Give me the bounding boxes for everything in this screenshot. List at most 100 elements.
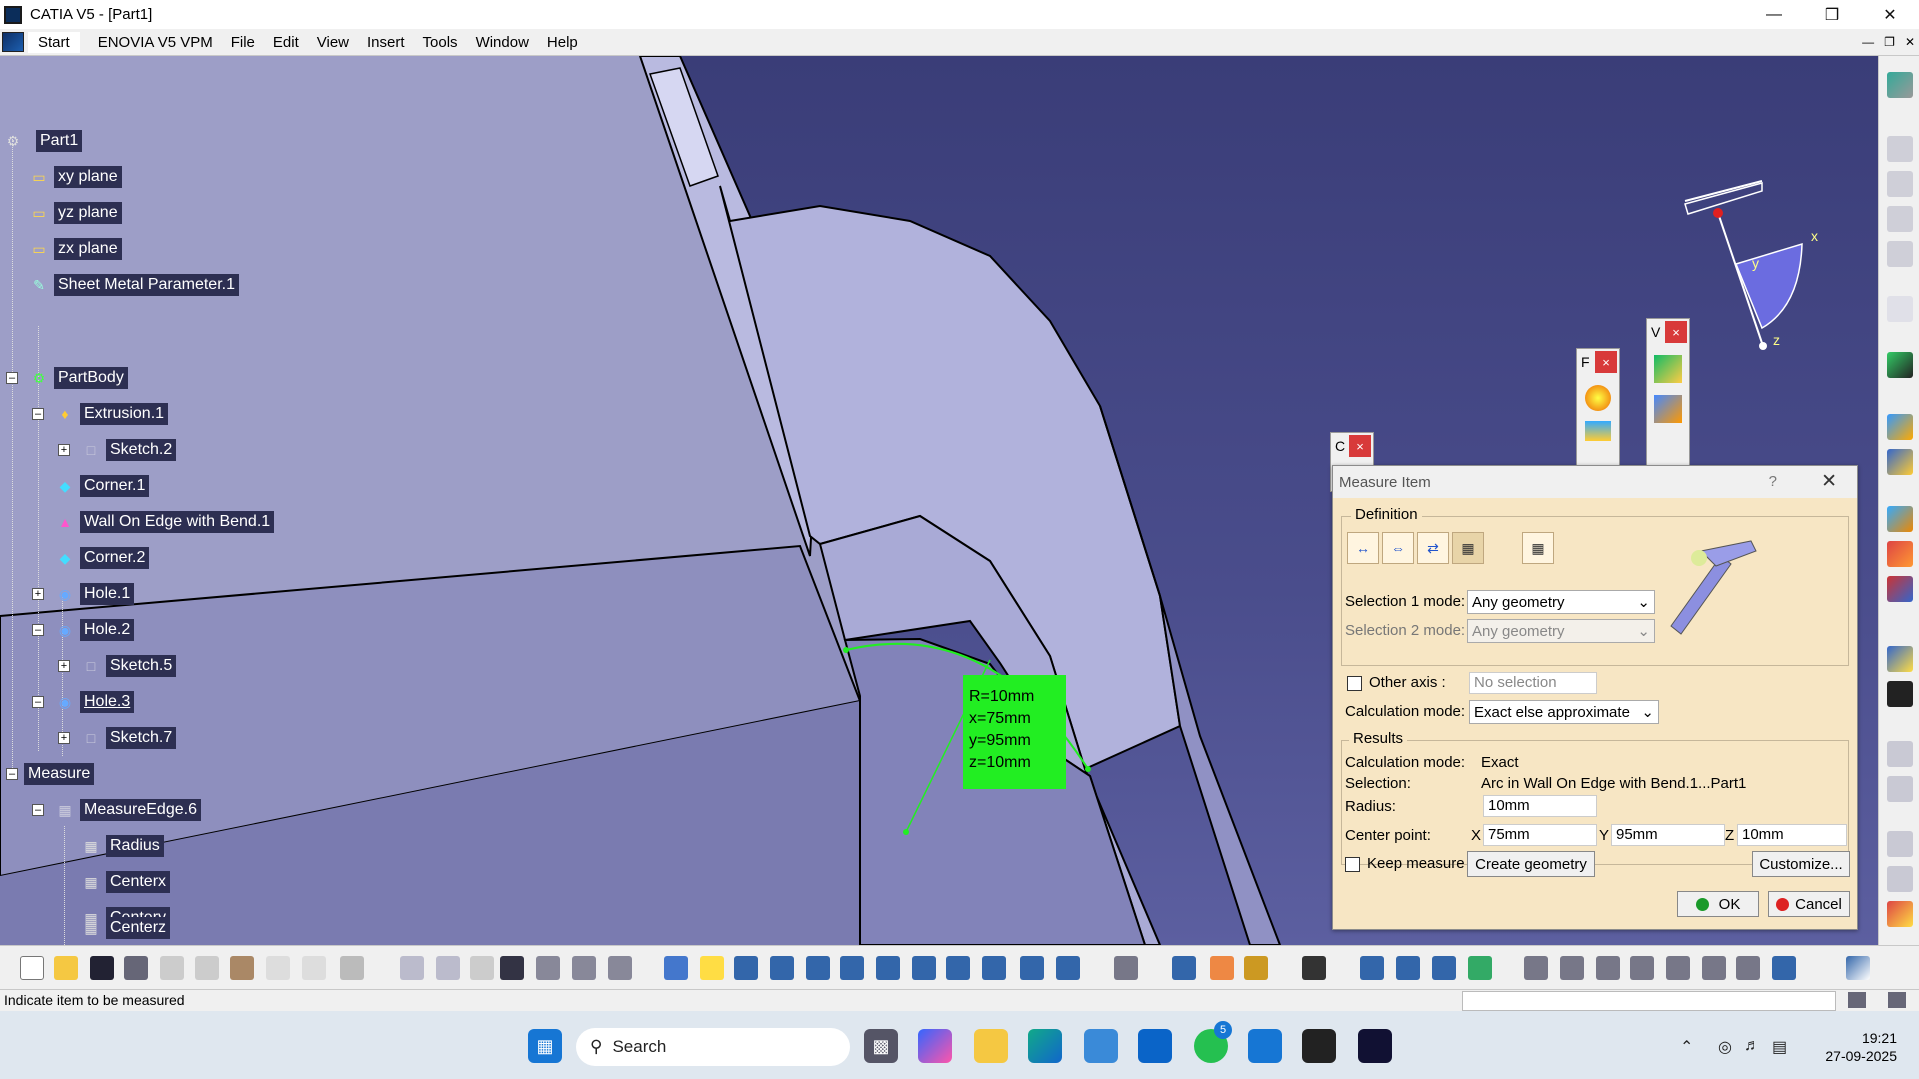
save-icon[interactable] bbox=[1887, 681, 1913, 707]
floating-toolbar-v-close[interactable]: × bbox=[1665, 321, 1687, 343]
store-icon[interactable] bbox=[1084, 1029, 1118, 1063]
catalog-icon[interactable] bbox=[572, 956, 596, 980]
menu-file[interactable]: File bbox=[231, 34, 255, 51]
taskbar-search[interactable]: ⚲ Search bbox=[576, 1028, 850, 1066]
measure-between-icon[interactable]: ↔ bbox=[1347, 532, 1379, 564]
swap-visible-icon[interactable] bbox=[1056, 956, 1080, 980]
menu-enovia[interactable]: ENOVIA V5 VPM bbox=[98, 34, 213, 51]
sketch-tools-icon[interactable] bbox=[1666, 956, 1690, 980]
multi-view-icon[interactable] bbox=[912, 956, 936, 980]
measure-between-fan-icon[interactable]: ⇄ bbox=[1417, 532, 1449, 564]
menu-start[interactable]: Start bbox=[28, 31, 80, 53]
battery-icon[interactable]: ▤ bbox=[1772, 1037, 1787, 1057]
mdi-close-icon[interactable]: ✕ bbox=[1905, 35, 1915, 49]
view-icon[interactable] bbox=[1887, 776, 1913, 802]
design-table-icon[interactable] bbox=[500, 956, 524, 980]
ok-button[interactable]: OK bbox=[1677, 891, 1759, 917]
outlook-icon[interactable] bbox=[1138, 1029, 1172, 1063]
measure-between-chain-icon[interactable]: ⇔ bbox=[1382, 532, 1414, 564]
wall-icon[interactable] bbox=[1887, 414, 1913, 440]
3d-viewport[interactable]: x y z ⚙ Part1 ▭ xy plane ▭ yz plane ▭ zx… bbox=[0, 56, 1878, 945]
tree-node-radius[interactable]: ▦ Radius bbox=[80, 833, 164, 859]
menu-window[interactable]: Window bbox=[476, 34, 529, 51]
redo-icon[interactable] bbox=[302, 956, 326, 980]
tree-node-sketch-2[interactable]: □ Sketch.2 bbox=[80, 437, 177, 463]
select-icon[interactable] bbox=[1887, 171, 1913, 197]
whats-this-icon[interactable] bbox=[340, 956, 364, 980]
tree-expander-hole3[interactable]: – bbox=[32, 696, 44, 708]
bend-icon[interactable] bbox=[1585, 385, 1611, 411]
selection-2-mode-select[interactable]: Any geometry ⌄ bbox=[1467, 619, 1655, 643]
compass-icon[interactable] bbox=[1560, 956, 1584, 980]
tree-node-yz-plane[interactable]: ▭ yz plane bbox=[28, 200, 122, 226]
keep-measure-checkbox[interactable] bbox=[1345, 857, 1360, 872]
snap-icon[interactable] bbox=[1524, 956, 1548, 980]
tree-node-hole-1[interactable]: ◉ Hole.1 bbox=[54, 581, 135, 607]
volume-icon[interactable]: ♬ bbox=[1744, 1037, 1760, 1055]
annotation-icon[interactable] bbox=[1887, 866, 1913, 892]
tree-expander-hole2[interactable]: – bbox=[32, 624, 44, 636]
calculation-mode-select[interactable]: Exact else approximate ⌄ bbox=[1469, 700, 1659, 724]
update-icon[interactable] bbox=[1114, 956, 1138, 980]
fillet-icon[interactable] bbox=[1468, 956, 1492, 980]
measure-inertia-icon[interactable] bbox=[1244, 956, 1268, 980]
menu-tools[interactable]: Tools bbox=[423, 34, 458, 51]
menu-edit[interactable]: Edit bbox=[273, 34, 299, 51]
walls-icon[interactable] bbox=[1654, 395, 1682, 423]
axis-icon[interactable] bbox=[1596, 956, 1620, 980]
menu-view[interactable]: View bbox=[317, 34, 349, 51]
shading-icon[interactable] bbox=[982, 956, 1006, 980]
hide-show-icon[interactable] bbox=[1020, 956, 1044, 980]
floating-toolbar-c-close[interactable]: × bbox=[1349, 435, 1371, 457]
floating-toolbar-f[interactable]: F × bbox=[1576, 348, 1620, 483]
copilot-icon[interactable] bbox=[918, 1029, 952, 1063]
tree-expander-partbody[interactable]: – bbox=[6, 372, 18, 384]
undo-icon[interactable] bbox=[266, 956, 290, 980]
tree-node-hole-3[interactable]: ◉ Hole.3 bbox=[54, 689, 135, 715]
other-axis-checkbox[interactable] bbox=[1347, 676, 1362, 691]
tree-expander-hole1[interactable]: + bbox=[32, 588, 44, 600]
tree-node-sketch-5[interactable]: □ Sketch.5 bbox=[80, 653, 177, 679]
drawing-icon[interactable] bbox=[1887, 136, 1913, 162]
tree-node-extrusion-1[interactable]: ♦ Extrusion.1 bbox=[54, 401, 169, 427]
mdi-restore-icon[interactable]: ❐ bbox=[1884, 35, 1895, 49]
copy-icon[interactable] bbox=[195, 956, 219, 980]
task-view-icon[interactable]: ▩ bbox=[864, 1029, 898, 1063]
measure-item-icon[interactable] bbox=[1210, 956, 1234, 980]
capture-icon[interactable] bbox=[1302, 956, 1326, 980]
measure-thickness-icon[interactable]: ▦ bbox=[1522, 532, 1554, 564]
normal-view-icon[interactable] bbox=[876, 956, 900, 980]
formula-icon[interactable] bbox=[400, 956, 424, 980]
customize-button[interactable]: Customize... bbox=[1752, 851, 1850, 877]
constraints-icon[interactable] bbox=[1887, 241, 1913, 267]
taskbar-clock[interactable]: 19:21 27-09-2025 bbox=[1825, 1029, 1897, 1065]
unfold-icon[interactable] bbox=[1585, 421, 1611, 441]
open-icon[interactable] bbox=[54, 956, 78, 980]
power-input-field[interactable] bbox=[1462, 991, 1836, 1011]
knowledge-icon[interactable] bbox=[436, 956, 460, 980]
dialog-help-button[interactable]: ? bbox=[1769, 473, 1777, 490]
maximize-button[interactable]: ❒ bbox=[1803, 0, 1861, 29]
tree-node-zx-plane[interactable]: ▭ zx plane bbox=[28, 236, 122, 262]
cut-icon[interactable] bbox=[160, 956, 184, 980]
tree-expander-sketch2[interactable]: + bbox=[58, 444, 70, 456]
save-icon[interactable] bbox=[90, 956, 114, 980]
fly-mode-icon[interactable] bbox=[664, 956, 688, 980]
filter-icon[interactable] bbox=[608, 956, 632, 980]
tree-node-xy-plane[interactable]: ▭ xy plane bbox=[28, 164, 122, 190]
rotate-icon[interactable] bbox=[770, 956, 794, 980]
stamp-icon[interactable] bbox=[1887, 576, 1913, 602]
selection-1-mode-select[interactable]: Any geometry ⌄ bbox=[1467, 590, 1655, 614]
terminal-icon[interactable] bbox=[1302, 1029, 1336, 1063]
floating-toolbar-f-close[interactable]: × bbox=[1595, 351, 1617, 373]
measure-item-icon[interactable]: ▦ bbox=[1452, 532, 1484, 564]
unfold-icon[interactable] bbox=[1887, 506, 1913, 532]
file-explorer-icon[interactable] bbox=[974, 1029, 1008, 1063]
new-icon[interactable] bbox=[20, 956, 44, 980]
menu-insert[interactable]: Insert bbox=[367, 34, 405, 51]
menu-help[interactable]: Help bbox=[547, 34, 578, 51]
network-icon[interactable]: ◎ bbox=[1718, 1037, 1732, 1057]
catia-taskbar-icon[interactable] bbox=[1358, 1029, 1392, 1063]
other-axis-field[interactable]: No selection bbox=[1469, 672, 1597, 694]
tree-node-centerx[interactable]: ▦ Centerx bbox=[80, 869, 171, 895]
